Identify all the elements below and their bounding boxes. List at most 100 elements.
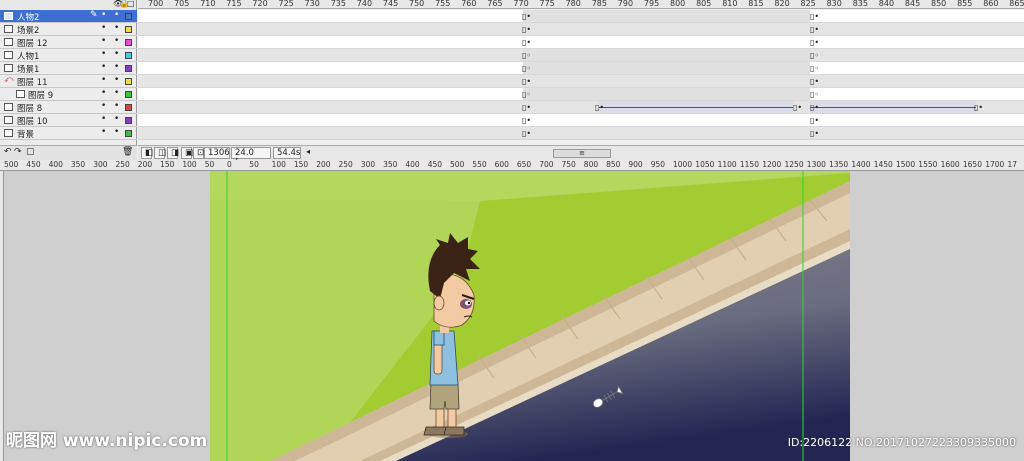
new-layer-icon[interactable]: ↶ — [4, 147, 12, 157]
keyframe-icon[interactable]: ▯• — [810, 13, 819, 21]
lock-toggle[interactable]: • — [114, 127, 119, 137]
visibility-toggle[interactable]: • — [101, 62, 106, 72]
keyframe-icon[interactable]: ▯• — [522, 13, 531, 21]
frame-row[interactable]: ▯• ▯• — [138, 36, 1024, 49]
layer-row[interactable]: 人物2 ✎ • • — [0, 10, 137, 23]
visibility-toggle[interactable]: • — [101, 23, 106, 33]
center-frame-icon[interactable]: ◧ — [141, 147, 153, 159]
lock-toggle[interactable]: • — [114, 36, 119, 46]
stage-pasteboard[interactable]: 昵图网 www.nipic.com ID:2206122 NO:20171027… — [0, 171, 1024, 461]
keyframe-icon[interactable]: ▯• — [522, 130, 531, 138]
keyframe-icon[interactable]: ▯• — [810, 26, 819, 34]
visibility-toggle[interactable]: • — [101, 10, 106, 20]
keyframe-icon[interactable]: ▯• — [522, 78, 531, 86]
layer-color-swatch[interactable] — [125, 52, 132, 59]
layer-color-swatch[interactable] — [125, 117, 132, 124]
visibility-toggle[interactable]: • — [101, 49, 106, 59]
keyframe-icon[interactable]: ▯• — [595, 104, 604, 112]
timeline-scrollbar[interactable]: ≡ — [553, 149, 611, 158]
keyframe-icon[interactable]: ▯• — [522, 117, 531, 125]
visibility-toggle[interactable]: • — [101, 127, 106, 137]
layer-color-swatch[interactable] — [125, 91, 132, 98]
keyframe-icon[interactable]: ▯◦ — [522, 91, 531, 99]
layer-name[interactable]: 场景1 — [17, 63, 39, 75]
layer-name[interactable]: 图层 11 — [17, 76, 48, 88]
visibility-toggle[interactable]: • — [101, 88, 106, 98]
onion-markers-icon[interactable]: ⊡ — [193, 147, 204, 159]
lock-toggle[interactable]: • — [114, 101, 119, 111]
layer-row[interactable]: 图层 9 • • — [0, 88, 137, 101]
frame-row[interactable]: ▯◦ ▯◦ — [138, 62, 1024, 75]
visibility-toggle[interactable]: • — [101, 36, 106, 46]
layer-color-swatch[interactable] — [125, 130, 132, 137]
lock-toggle[interactable]: • — [114, 10, 119, 20]
layer-color-swatch[interactable] — [125, 13, 132, 20]
keyframe-icon[interactable]: ▯• — [974, 104, 983, 112]
keyframe-icon[interactable]: ▯• — [810, 104, 819, 112]
layer-color-swatch[interactable] — [125, 26, 132, 33]
keyframe-icon[interactable]: ▯◦ — [522, 52, 531, 60]
layer-row[interactable]: 背景 • • — [0, 127, 137, 140]
lock-toggle[interactable]: • — [114, 49, 119, 59]
visibility-toggle[interactable]: • — [101, 114, 106, 124]
vertical-ruler[interactable] — [0, 171, 4, 461]
visibility-toggle[interactable]: • — [101, 101, 106, 111]
visibility-toggle[interactable]: • — [101, 75, 106, 85]
layer-row[interactable]: 图层 12 • • — [0, 36, 137, 49]
keyframe-icon[interactable]: ▯• — [810, 78, 819, 86]
layer-color-swatch[interactable] — [125, 65, 132, 72]
frame-row[interactable]: ▯• ▯• — [138, 127, 1024, 140]
layer-row[interactable]: 人物1 • • — [0, 49, 137, 62]
layer-name[interactable]: 场景2 — [17, 24, 39, 36]
lock-toggle[interactable]: • — [114, 23, 119, 33]
frame-grid[interactable]: 700 705 710 715 720 725 730 735 740 745 750 755 760 7… — [138, 0, 1024, 145]
frame-row[interactable]: ▯• ▯• — [138, 114, 1024, 127]
keyframe-icon[interactable]: ▯• — [810, 130, 819, 138]
lock-toggle[interactable]: • — [114, 62, 119, 72]
keyframe-icon[interactable]: ▯• — [522, 39, 531, 47]
scroll-left-icon[interactable]: ◂ — [306, 147, 310, 156]
frame-row[interactable]: ▯• ▯• — [138, 10, 1024, 23]
frame-row[interactable]: ▯◦ ▯◦ — [138, 88, 1024, 101]
outline-icon[interactable]: □ — [127, 0, 135, 8]
layer-color-swatch[interactable] — [125, 39, 132, 46]
add-motion-guide-icon[interactable]: ↷ — [14, 147, 22, 157]
edit-multiple-frames-icon[interactable]: ▣ — [181, 147, 193, 159]
layer-name[interactable]: 图层 12 — [17, 37, 48, 49]
layer-row[interactable]: 场景1 • • — [0, 62, 137, 75]
frame-row[interactable]: ▯• ▯• — [138, 75, 1024, 88]
keyframe-icon[interactable]: ▯◦ — [522, 65, 531, 73]
lock-toggle[interactable]: • — [114, 114, 119, 124]
frame-row[interactable]: ▯• ▯• — [138, 23, 1024, 36]
layer-color-swatch[interactable] — [125, 78, 132, 85]
layer-color-swatch[interactable] — [125, 104, 132, 111]
stage-scene[interactable] — [210, 171, 850, 461]
keyframe-icon[interactable]: ▯• — [522, 104, 531, 112]
frame-ruler[interactable]: 700 705 710 715 720 725 730 735 740 745 750 755 760 7… — [138, 0, 1024, 9]
keyframe-icon[interactable]: ▯• — [810, 117, 819, 125]
layer-name[interactable]: 人物2 — [17, 11, 39, 23]
keyframe-icon[interactable]: ▯• — [793, 104, 802, 112]
onion-outline-icon[interactable]: ◨ — [167, 147, 179, 159]
layer-row[interactable]: 场景2 • • — [0, 23, 137, 36]
stage-ruler[interactable]: 500 450 400 350 300 250 200 150 100 50 0 50 100 150 20… — [0, 160, 1024, 171]
keyframe-icon[interactable]: ▯◦ — [810, 65, 819, 73]
trash-icon[interactable]: 🗑 — [122, 147, 133, 157]
lock-toggle[interactable]: • — [114, 88, 119, 98]
layer-name[interactable]: 背景 — [17, 128, 34, 140]
new-folder-icon[interactable]: ▢ — [26, 147, 35, 157]
layer-row[interactable]: 图层 10 • • — [0, 114, 137, 127]
onion-skin-icon[interactable]: ◫ — [154, 147, 166, 159]
layer-row[interactable]: 图层 8 • • — [0, 101, 137, 114]
keyframe-icon[interactable]: ▯• — [810, 39, 819, 47]
keyframe-icon[interactable]: ▯◦ — [810, 52, 819, 60]
frame-row[interactable]: ▯◦ ▯◦ — [138, 49, 1024, 62]
frame-rate[interactable]: 24.0 fps — [231, 147, 271, 168]
keyframe-icon[interactable]: ▯◦ — [810, 91, 819, 99]
layer-row[interactable]: ⤺ 图层 11 • • — [0, 75, 137, 88]
lock-toggle[interactable]: • — [114, 75, 119, 85]
frame-row[interactable]: ▯• ▯• ▯• ▯• ▯• — [138, 101, 1024, 114]
layer-name[interactable]: 图层 9 — [28, 89, 53, 101]
keyframe-icon[interactable]: ▯• — [522, 26, 531, 34]
layer-name[interactable]: 图层 8 — [17, 102, 42, 114]
